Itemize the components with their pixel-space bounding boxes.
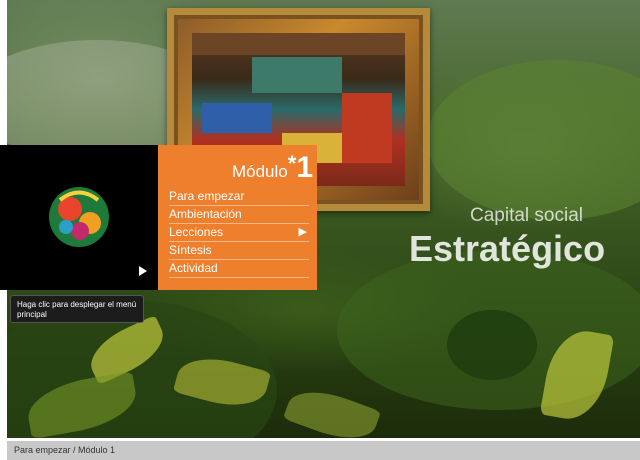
hero-title: Estratégico bbox=[409, 228, 606, 269]
menu-item-actividad[interactable]: Actividad bbox=[169, 260, 309, 278]
module-menu: Módulo*1 Para empezar Ambientación Lecci… bbox=[158, 145, 317, 290]
menu-item-para-empezar[interactable]: Para empezar bbox=[169, 188, 309, 206]
menu-items: Para empezar Ambientación Lecciones ▶ Sín… bbox=[169, 188, 309, 278]
menu-item-label: Síntesis bbox=[169, 243, 212, 257]
menu-item-label: Para empezar bbox=[169, 189, 245, 203]
module-title: Módulo*1 bbox=[232, 151, 313, 185]
module-title-word: Módulo bbox=[231, 162, 288, 181]
play-icon[interactable] bbox=[139, 266, 147, 276]
brand-panel[interactable] bbox=[0, 145, 158, 290]
module-number: 1 bbox=[296, 151, 313, 184]
hero-subtitle: Capital social bbox=[470, 205, 583, 226]
menu-item-lecciones[interactable]: Lecciones ▶ bbox=[169, 224, 309, 242]
menu-item-ambientacion[interactable]: Ambientación bbox=[169, 206, 309, 224]
paisaje-cultural-cafetero-logo bbox=[49, 187, 109, 247]
menu-item-label: Lecciones bbox=[169, 225, 224, 239]
breadcrumb: Para empezar / Módulo 1 bbox=[14, 445, 116, 455]
menu-item-label: Ambientación bbox=[169, 207, 242, 221]
menu-item-sintesis[interactable]: Síntesis bbox=[169, 242, 309, 260]
menu-item-label: Actividad bbox=[169, 261, 218, 275]
menu-tooltip: Haga clic para desplegar el menú princip… bbox=[10, 295, 144, 323]
chevron-right-icon: ▶ bbox=[298, 226, 307, 238]
breadcrumb-bar: Para empezar / Módulo 1 bbox=[7, 441, 640, 460]
